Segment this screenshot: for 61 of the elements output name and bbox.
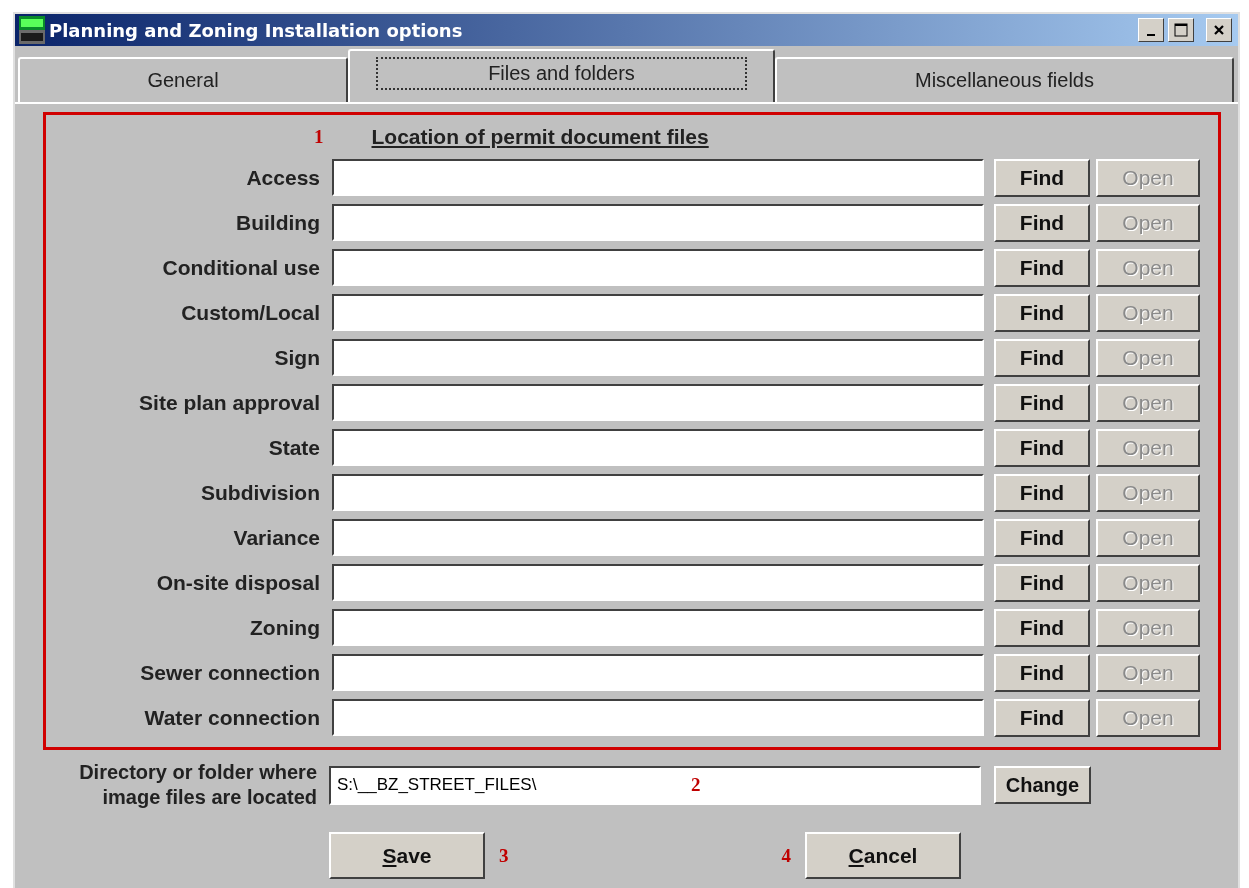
path-field[interactable] (332, 699, 984, 736)
field-label: Zoning (249, 615, 321, 640)
field-label: Directory or folder where image files are located (78, 760, 318, 810)
path-field[interactable] (332, 609, 984, 646)
find-button[interactable]: Find (994, 653, 1090, 692)
find-button[interactable]: Find (994, 698, 1090, 737)
field-label: Sign (273, 345, 321, 370)
find-button[interactable]: Find (994, 563, 1090, 602)
change-button[interactable]: Change (994, 766, 1091, 804)
callout-number: 4 (781, 844, 791, 867)
field-label: On-site disposal (155, 570, 321, 595)
field-label: Site plan approval (138, 390, 321, 415)
path-field[interactable] (332, 474, 984, 511)
folder-field[interactable]: S:\__BZ_STREET_FILES\ 2 (329, 765, 981, 805)
maximize-button[interactable] (1168, 18, 1194, 42)
field-label: Conditional use (161, 255, 321, 280)
field-value: S:\__BZ_STREET_FILES\ (337, 775, 537, 795)
field-label: Building (235, 210, 321, 235)
find-button[interactable]: Find (994, 428, 1090, 467)
find-button[interactable]: Find (994, 518, 1090, 557)
field-label: State (267, 435, 321, 460)
minimize-icon (1147, 34, 1155, 36)
minimize-button[interactable] (1138, 18, 1164, 42)
field-label: Water connection (143, 705, 321, 730)
path-field[interactable] (332, 384, 984, 421)
path-field[interactable] (332, 654, 984, 691)
path-field[interactable] (332, 159, 984, 196)
field-label: Custom/Local (180, 300, 321, 325)
action-button[interactable]: Cancel (805, 832, 961, 879)
path-field[interactable] (332, 429, 984, 466)
tab[interactable]: Files and folders (348, 49, 775, 102)
action-button[interactable]: Save (329, 832, 485, 879)
tab[interactable]: Miscellaneous fields (775, 57, 1234, 102)
section-heading: Location of permit document files (371, 125, 709, 149)
window-title: Planning and Zoning Installation options (49, 19, 464, 41)
find-button[interactable]: Find (994, 473, 1090, 512)
path-field[interactable] (332, 519, 984, 556)
find-button[interactable]: Find (994, 203, 1090, 242)
app-logo-icon (19, 16, 45, 44)
tab[interactable]: General (18, 57, 348, 102)
field-label: Variance (232, 525, 321, 550)
find-button[interactable]: Find (994, 383, 1090, 422)
path-field[interactable] (332, 339, 984, 376)
path-field[interactable] (332, 564, 984, 601)
maximize-icon (1174, 23, 1188, 37)
field-label: Subdivision (200, 480, 321, 505)
find-button[interactable]: Find (994, 248, 1090, 287)
close-icon (1213, 24, 1225, 36)
find-button[interactable]: Find (994, 293, 1090, 332)
find-button[interactable]: Find (994, 608, 1090, 647)
find-button[interactable]: Find (994, 338, 1090, 377)
callout-number: 1 (314, 126, 324, 148)
find-button[interactable]: Find (994, 158, 1090, 197)
callout-number: 3 (499, 844, 509, 867)
path-field[interactable] (332, 249, 984, 286)
callout-number: 2 (691, 773, 701, 796)
field-label: Access (245, 165, 321, 190)
close-button[interactable] (1206, 18, 1232, 42)
path-field[interactable] (332, 294, 984, 331)
path-field[interactable] (332, 204, 984, 241)
field-label: Sewer connection (139, 660, 321, 685)
